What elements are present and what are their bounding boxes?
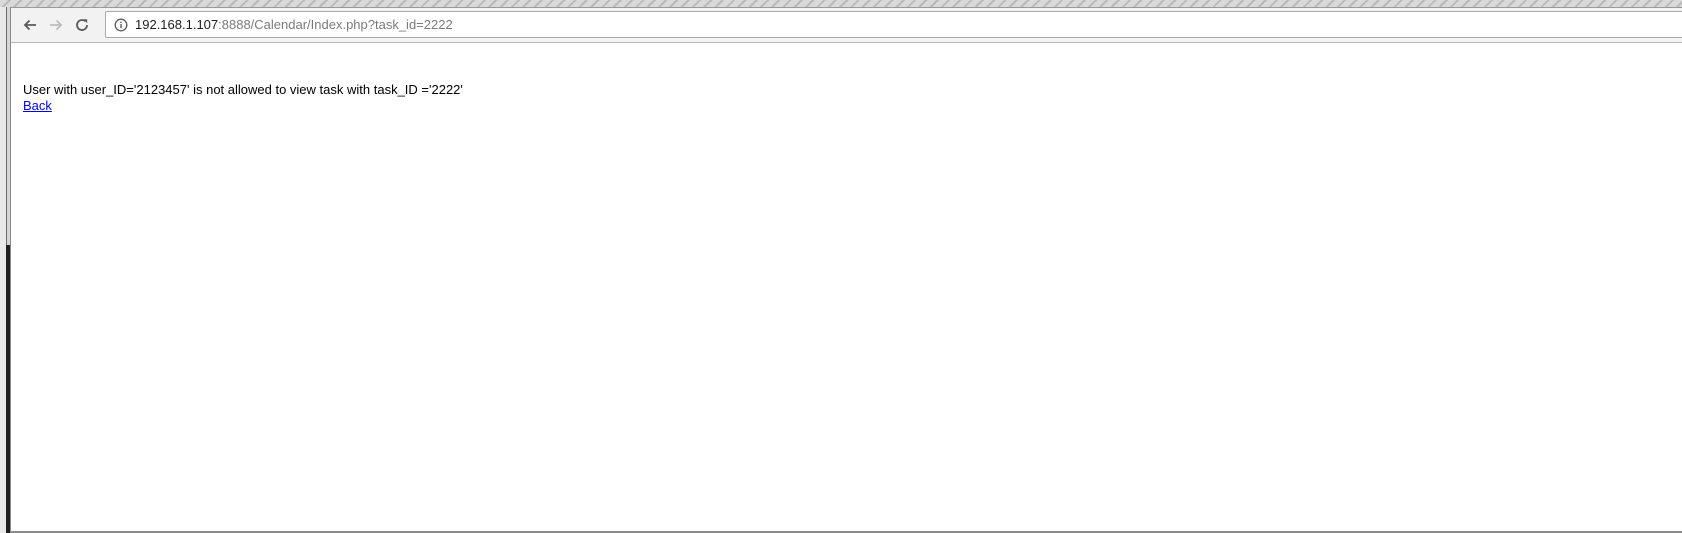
arrow-left-icon — [23, 19, 36, 31]
browser-window: 192.168.1.107:8888/Calendar/Index.php?ta… — [0, 0, 1682, 533]
reload-icon — [76, 19, 88, 31]
browser-toolbar: 192.168.1.107:8888/Calendar/Index.php?ta… — [11, 8, 1682, 43]
info-icon[interactable] — [114, 18, 128, 32]
tab-strip — [0, 0, 1682, 8]
error-message: User with user_ID='2123457' is not allow… — [23, 82, 463, 97]
page-content: User with user_ID='2123457' is not allow… — [11, 43, 1682, 533]
back-button[interactable] — [17, 12, 43, 38]
forward-button[interactable] — [43, 12, 69, 38]
url-host: 192.168.1.107 — [135, 17, 219, 32]
url-path: :8888/Calendar/Index.php?task_id=2222 — [218, 17, 453, 32]
arrow-right-icon — [50, 19, 63, 31]
address-url[interactable]: 192.168.1.107:8888/Calendar/Index.php?ta… — [135, 16, 453, 33]
address-bar[interactable]: 192.168.1.107:8888/Calendar/Index.php?ta… — [105, 11, 1682, 38]
back-link[interactable]: Back — [23, 98, 52, 114]
reload-button[interactable] — [69, 12, 95, 38]
window-frame-shadow — [6, 245, 10, 533]
window-frame-left — [0, 7, 11, 533]
